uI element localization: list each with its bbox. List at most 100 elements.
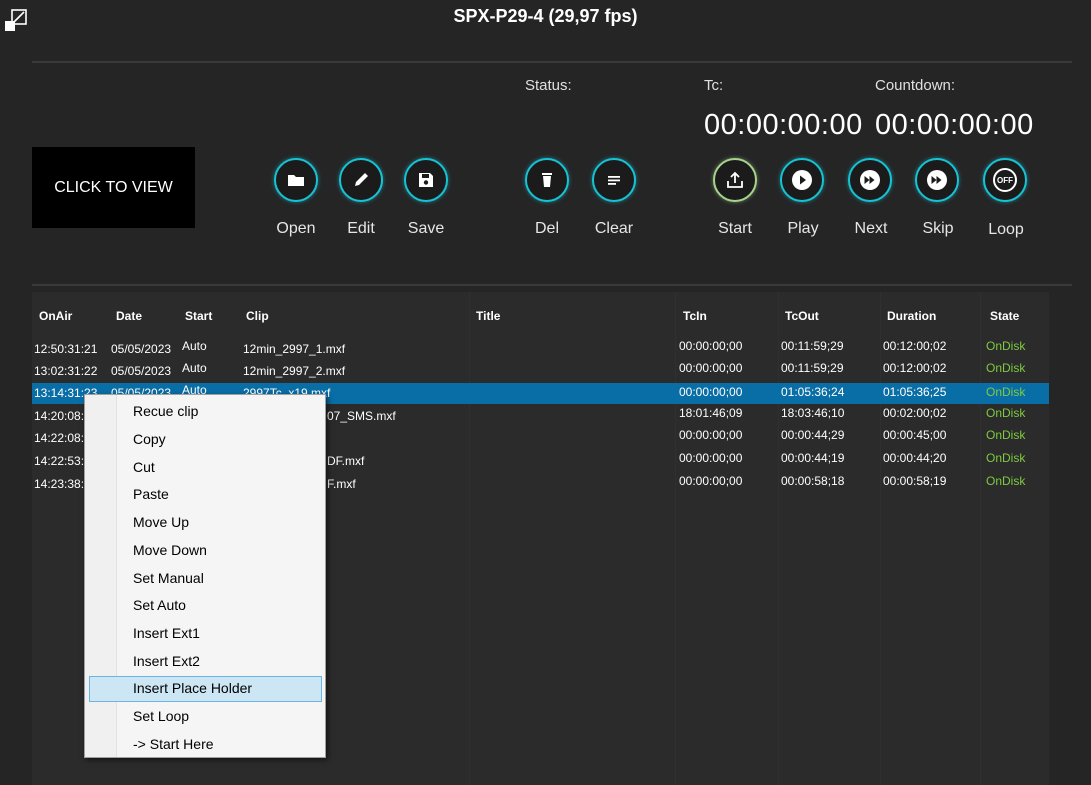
cell-clip: 12min_2997_2.mxf: [243, 364, 346, 378]
clear-button[interactable]: [592, 158, 636, 202]
context-menu: Recue clip Copy Cut Paste Move Up Move D…: [84, 394, 326, 758]
cell-tcin: 00:00:00;00: [679, 428, 743, 442]
upload-icon: [727, 171, 743, 188]
column-header-state[interactable]: State: [990, 309, 1019, 323]
menu-item-start-here[interactable]: -> Start Here: [89, 732, 322, 758]
column-header-onair[interactable]: OnAir: [39, 309, 72, 323]
clear-label: Clear: [594, 220, 634, 237]
menu-item-label: Move Up: [133, 514, 190, 530]
loop-toggle-button[interactable]: OFF: [983, 158, 1027, 202]
cell-duration: 00:12:00;02: [883, 361, 947, 375]
column-header-duration[interactable]: Duration: [887, 309, 936, 323]
skip-label: Skip: [922, 220, 954, 237]
menu-item-copy[interactable]: Copy: [89, 427, 322, 453]
menu-item-label: Paste: [133, 486, 169, 502]
column-header-start[interactable]: Start: [185, 309, 212, 323]
window-title: SPX-P29-4 (29,97 fps): [453, 6, 638, 26]
cell-tcout: 18:03:46;10: [781, 406, 845, 420]
skip-button[interactable]: [915, 158, 959, 202]
menu-item-move-down[interactable]: Move Down: [89, 538, 322, 564]
cell-duration: 01:05:36;25: [883, 385, 947, 399]
pencil-icon: [355, 173, 368, 186]
delete-button[interactable]: [525, 158, 569, 202]
cell-clip: F.mxf: [327, 477, 356, 491]
table-row[interactable]: 12:50:31:21 05/05/2023 Auto 12min_2997_1…: [32, 339, 1049, 360]
save-label: Save: [407, 220, 445, 237]
menu-item-label: Move Down: [133, 542, 207, 558]
menu-item-label: Insert Ext1: [133, 625, 200, 641]
countdown-display: 00:00:00:00: [875, 109, 1034, 141]
menu-item-label: Set Loop: [133, 708, 190, 724]
start-button[interactable]: [713, 158, 757, 202]
cell-onair: 12:50:31:21: [34, 342, 98, 356]
menu-item-label: -> Start Here: [133, 736, 214, 752]
cell-duration: 00:00:58;19: [883, 474, 947, 488]
preview-click-to-view[interactable]: CLICK TO VIEW: [32, 147, 195, 228]
menu-item-set-manual[interactable]: Set Manual: [89, 566, 322, 592]
trash-icon: [542, 173, 552, 187]
cell-tcout: 00:00:44;19: [781, 451, 845, 465]
open-button[interactable]: [274, 158, 318, 202]
cell-tcin: 00:00:00;00: [679, 361, 743, 375]
menu-item-label: Set Auto: [133, 597, 186, 613]
cell-tcout: 00:00:58;18: [781, 474, 845, 488]
column-header-tcin[interactable]: TcIn: [683, 309, 707, 323]
cell-clip: 07_SMS.mxf: [327, 409, 396, 423]
cell-onair: 14:22:08:: [34, 431, 85, 445]
column-header-date[interactable]: Date: [116, 309, 142, 323]
cell-state: OnDisk: [986, 339, 1026, 353]
cell-state: OnDisk: [986, 385, 1026, 399]
cell-tcout: 00:00:44;29: [781, 428, 845, 442]
menu-item-label: Recue clip: [133, 403, 199, 419]
menu-item-label: Cut: [133, 459, 155, 475]
menu-item-move-up[interactable]: Move Up: [89, 510, 322, 536]
skip-icon: [927, 170, 947, 190]
menu-item-label: Insert Ext2: [133, 653, 200, 669]
column-header-tcout[interactable]: TcOut: [785, 309, 819, 323]
status-label: Status:: [525, 77, 572, 94]
menu-item-cut[interactable]: Cut: [89, 455, 322, 481]
cell-duration: 00:00:44;20: [883, 451, 947, 465]
menu-item-insert-place-holder[interactable]: Insert Place Holder: [89, 676, 322, 702]
next-label: Next: [854, 220, 888, 237]
menu-item-recue-clip[interactable]: Recue clip: [89, 399, 322, 425]
play-label: Play: [787, 220, 819, 237]
cell-tcin: 18:01:46;09: [679, 406, 743, 420]
cell-clip: 12min_2997_1.mxf: [243, 342, 346, 356]
fast-forward-icon: [860, 170, 880, 190]
edit-button[interactable]: [339, 158, 383, 202]
menu-item-set-loop[interactable]: Set Loop: [89, 704, 322, 730]
menu-item-set-auto[interactable]: Set Auto: [89, 593, 322, 619]
cell-start: Auto: [182, 339, 207, 353]
play-button[interactable]: [780, 158, 824, 202]
column-header-clip[interactable]: Clip: [246, 309, 269, 323]
clear-list-icon: [608, 176, 620, 185]
menu-item-insert-ext1[interactable]: Insert Ext1: [89, 621, 322, 647]
cell-state: OnDisk: [986, 406, 1026, 420]
save-button[interactable]: [404, 158, 448, 202]
cell-tcin: 00:00:00;00: [679, 474, 743, 488]
toolbar-divider: [32, 284, 1072, 286]
cell-tcin: 00:00:00;00: [679, 339, 743, 353]
menu-item-label: Set Manual: [133, 570, 204, 586]
open-label: Open: [276, 220, 316, 237]
cell-tcout: 00:11:59;29: [781, 339, 844, 353]
del-label: Del: [534, 220, 559, 237]
menu-item-label: Copy: [133, 431, 166, 447]
loop-label: Loop: [988, 221, 1024, 238]
menu-item-label: Insert Place Holder: [133, 680, 253, 696]
tc-label: Tc:: [704, 77, 724, 94]
loop-off-text: OFF: [997, 175, 1013, 185]
menu-item-paste[interactable]: Paste: [89, 482, 322, 508]
cell-date: 05/05/2023: [111, 342, 172, 356]
cell-onair: 14:20:08:: [34, 409, 85, 423]
column-header-title[interactable]: Title: [476, 309, 500, 323]
table-row[interactable]: 13:02:31:22 05/05/2023 Auto 12min_2997_2…: [32, 361, 1049, 382]
menu-item-insert-ext2[interactable]: Insert Ext2: [89, 649, 322, 675]
edit-label: Edit: [347, 220, 375, 237]
cell-state: OnDisk: [986, 428, 1026, 442]
cell-tcout: 01:05:36;24: [781, 385, 845, 399]
cell-clip: DF.mxf: [327, 454, 365, 468]
cell-duration: 00:12:00;02: [883, 339, 947, 353]
next-button[interactable]: [848, 158, 892, 202]
